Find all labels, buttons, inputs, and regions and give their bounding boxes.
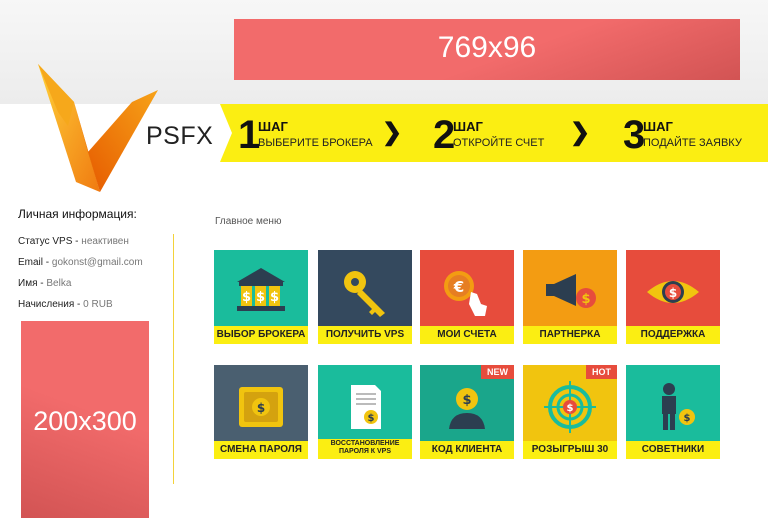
name-label: Имя xyxy=(18,278,38,289)
euro-coin-hand-icon: € xyxy=(444,271,487,316)
document-icon: $ xyxy=(351,385,381,429)
tile-label: ПОЛУЧИТЬ VPS xyxy=(318,326,412,344)
chevron-right-icon: ❯ xyxy=(570,119,591,146)
tile-label: МОИ СЧЕТА xyxy=(420,326,514,344)
tile-label: КОД КЛИЕНТА xyxy=(420,441,514,459)
side-ad-placeholder[interactable]: 200x300 xyxy=(21,321,149,518)
logo-text: PSFX xyxy=(146,122,214,150)
badge-new: NEW xyxy=(481,365,514,379)
name-value: Belka xyxy=(46,278,72,289)
tile-client-code[interactable]: $ NEW КОД КЛИЕНТА xyxy=(420,365,514,459)
main-menu-title: Главное меню xyxy=(215,216,282,227)
tile-label: ВОССТАНОВЛЕНИЕ ПАРОЛЯ К VPS xyxy=(318,439,412,459)
key-icon xyxy=(344,271,385,317)
tile-giveaway[interactable]: $ HOT РОЗЫГРЫШ 30 USD xyxy=(523,365,617,459)
tile-label-line1: ВОССТАНОВЛЕНИЕ xyxy=(330,440,400,447)
bank-icon: $ $ $ xyxy=(237,268,285,311)
tile-change-password[interactable]: $ СМЕНА ПАРОЛЯ xyxy=(214,365,308,459)
svg-text:€: € xyxy=(453,278,464,296)
accruals-label: Начисления xyxy=(18,299,75,310)
step-1-text: ВЫБЕРИТЕ БРОКЕРА xyxy=(258,137,373,149)
accruals-value: 0 RUB xyxy=(83,299,113,310)
separator: - xyxy=(74,299,84,310)
svg-text:$: $ xyxy=(669,286,677,300)
accruals-row: Начисления - 0 RUB xyxy=(18,299,113,310)
step-2-text: ОТКРОЙТЕ СЧЕТ xyxy=(453,137,545,149)
divider xyxy=(173,234,174,484)
client-icon: $ xyxy=(449,388,485,429)
safe-icon: $ xyxy=(239,387,283,427)
svg-text:$: $ xyxy=(368,413,375,424)
tile-partners[interactable]: $ ПАРТНЕРКА xyxy=(523,250,617,344)
svg-text:$: $ xyxy=(567,403,574,414)
side-ad-text: 200x300 xyxy=(33,406,137,436)
logo-area-tip xyxy=(220,104,232,162)
eye-icon: $ xyxy=(647,281,699,303)
tile-label: СОВЕТНИКИ xyxy=(626,441,720,459)
svg-text:$: $ xyxy=(270,290,279,305)
advisor-icon: $ xyxy=(662,383,695,430)
tile-label: ПАРТНЕРКА xyxy=(523,326,617,344)
tile-broker-choice[interactable]: $ $ $ ВЫБОР БРОКЕРА xyxy=(214,250,308,344)
target-icon: $ xyxy=(544,381,596,433)
tile-support[interactable]: $ ПОДДЕРЖКА xyxy=(626,250,720,344)
svg-text:$: $ xyxy=(581,292,590,307)
step-1-title: ШАГ xyxy=(258,119,288,134)
vps-status-value: неактивен xyxy=(81,236,129,247)
step-1-number: 1 xyxy=(238,113,261,157)
name-row: Имя - Belka xyxy=(18,278,71,289)
svg-text:$: $ xyxy=(256,290,265,305)
svg-text:$: $ xyxy=(462,393,471,408)
badge-hot: HOT xyxy=(586,365,617,379)
personal-info-title: Личная информация: xyxy=(18,207,137,221)
vps-status-label: Статус VPS xyxy=(18,236,73,247)
svg-text:$: $ xyxy=(242,290,251,305)
email-label: Email xyxy=(18,257,44,268)
tile-label: ВЫБОР БРОКЕРА xyxy=(214,326,308,344)
svg-text:$: $ xyxy=(684,413,691,424)
step-2-title: ШАГ xyxy=(453,119,483,134)
banner-ad-text: 769x96 xyxy=(437,31,537,64)
email-row: Email - gokonst@gmail.com xyxy=(18,257,143,268)
tile-label: СМЕНА ПАРОЛЯ xyxy=(214,441,308,459)
vps-status-row: Статус VPS - неактивен xyxy=(18,236,129,247)
tile-label: РОЗЫГРЫШ 30 USD xyxy=(523,441,617,459)
tile-restore-vps-password[interactable]: $ ВОССТАНОВЛЕНИЕ ПАРОЛЯ К VPS xyxy=(318,365,412,459)
step-3-title: ШАГ xyxy=(643,119,673,134)
tile-my-accounts[interactable]: € МОИ СЧЕТА xyxy=(420,250,514,344)
tile-get-vps[interactable]: ПОЛУЧИТЬ VPS xyxy=(318,250,412,344)
step-3-number: 3 xyxy=(623,113,646,157)
tile-label: ПОДДЕРЖКА xyxy=(626,326,720,344)
step-3-text: ПОДАЙТЕ ЗАЯВКУ xyxy=(643,137,742,149)
tile-advisors[interactable]: $ СОВЕТНИКИ xyxy=(626,365,720,459)
step-2-number: 2 xyxy=(433,113,456,157)
separator: - xyxy=(43,257,52,268)
separator: - xyxy=(72,236,82,247)
banner-ad-placeholder[interactable]: 769x96 xyxy=(234,19,740,80)
tile-label-line2: ПАРОЛЯ К VPS xyxy=(338,448,392,455)
megaphone-icon: $ xyxy=(546,274,596,308)
svg-text:$: $ xyxy=(257,401,265,415)
chevron-right-icon: ❯ xyxy=(382,119,403,146)
email-value: gokonst@gmail.com xyxy=(51,257,143,268)
